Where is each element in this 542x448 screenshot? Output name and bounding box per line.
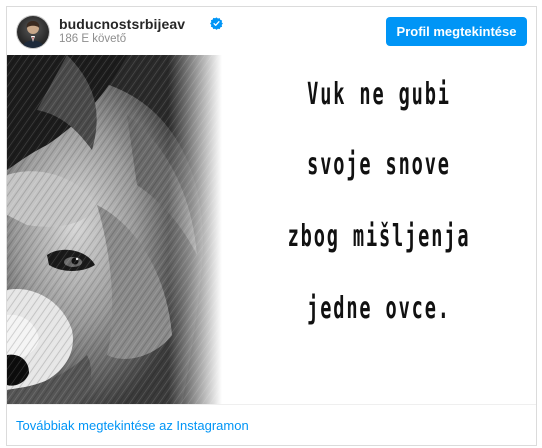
quote-line-1: Vuk ne gubi	[307, 77, 451, 112]
wolf-image	[7, 55, 222, 404]
post-image[interactable]: Vuk ne gubi svoje snove zbog mišljenja j…	[7, 55, 536, 404]
post-footer: Továbbiak megtekintése az Instagramon	[7, 404, 536, 446]
quote-line-4: jedne ovce.	[307, 291, 451, 326]
follower-count: 186 E követő	[59, 33, 127, 45]
quote-line-3: zbog mišljenja	[287, 219, 471, 254]
profile-avatar[interactable]	[17, 16, 49, 48]
quote-line-2: svoje snove	[307, 147, 451, 182]
avatar-person-icon	[22, 21, 44, 48]
post-header: buducnostsrbijeav 186 E követő Profil me…	[7, 7, 536, 55]
view-profile-button[interactable]: Profil megtekintése	[386, 17, 527, 46]
username[interactable]: buducnostsrbijeav	[59, 16, 185, 32]
instagram-embed-card: buducnostsrbijeav 186 E követő Profil me…	[6, 6, 537, 446]
quote-text: Vuk ne gubi svoje snove zbog mišljenja j…	[222, 55, 536, 404]
verified-badge-icon	[210, 17, 223, 30]
view-more-on-instagram-link[interactable]: Továbbiak megtekintése az Instagramon	[16, 418, 249, 433]
